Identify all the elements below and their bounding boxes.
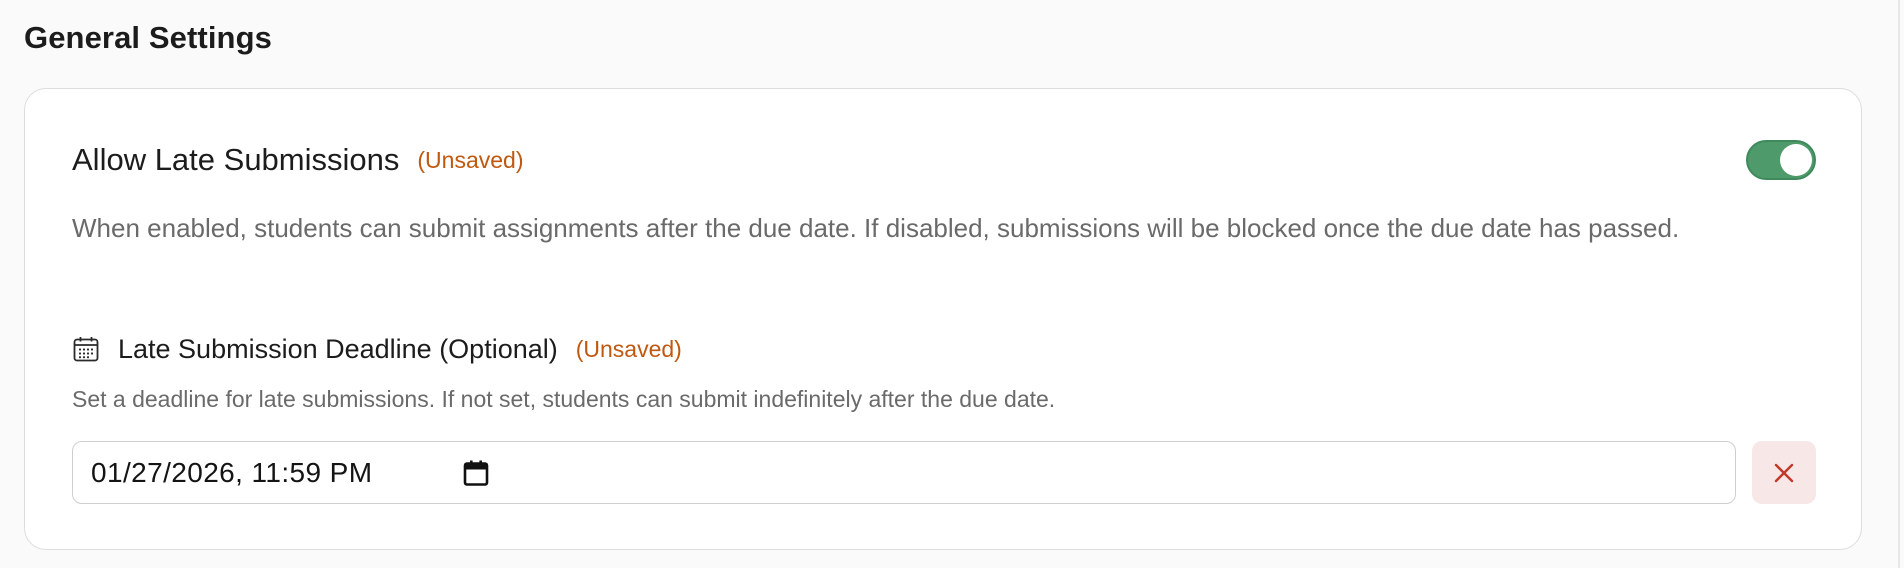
late-submissions-toggle[interactable] (1746, 140, 1816, 180)
close-icon (1773, 462, 1795, 484)
deadline-datetime-input[interactable]: 01/27/2026, 11:59 PM (72, 441, 1736, 504)
calendar-picker-icon[interactable] (461, 458, 491, 488)
late-submissions-header: Allow Late Submissions (Unsaved) (72, 140, 524, 180)
deadline-value[interactable]: 01/27/2026, 11:59 PM (91, 457, 461, 489)
deadline-unsaved-indicator: (Unsaved) (575, 335, 682, 362)
scrollbar-edge (1898, 0, 1900, 568)
deadline-description: Set a deadline for late submissions. If … (72, 386, 1056, 412)
calendar-icon (72, 335, 100, 363)
toggle-knob (1780, 144, 1812, 176)
deadline-label: Late Submission Deadline (Optional) (118, 333, 558, 364)
settings-page: General Settings Allow Late Submissions … (0, 0, 1904, 568)
clear-deadline-button[interactable] (1752, 441, 1816, 504)
unsaved-indicator: (Unsaved) (417, 146, 524, 173)
late-submissions-description: When enabled, students can submit assign… (72, 213, 1680, 243)
late-submissions-label: Allow Late Submissions (72, 142, 400, 177)
section-title: General Settings (24, 20, 272, 55)
deadline-header: Late Submission Deadline (Optional) (Uns… (72, 330, 682, 368)
